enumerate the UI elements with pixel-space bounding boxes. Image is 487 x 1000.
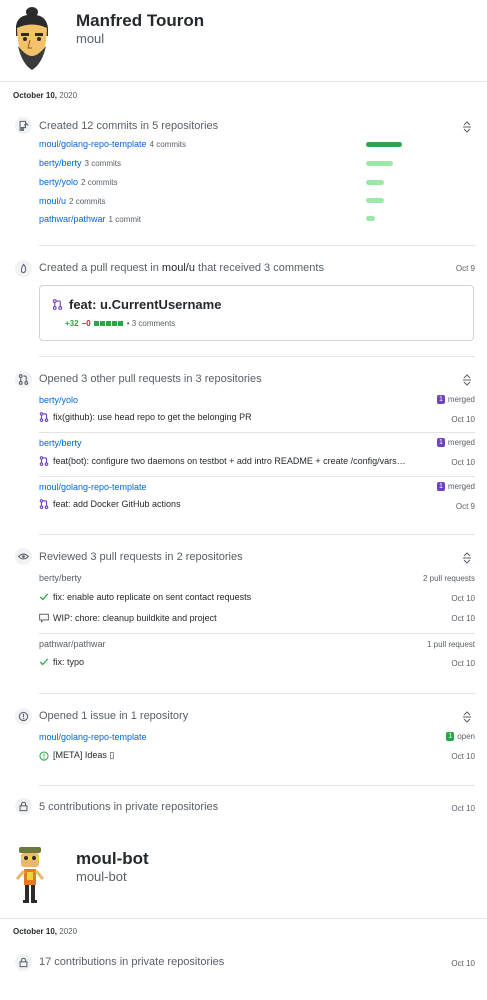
divider — [39, 534, 475, 535]
pull-request-title[interactable]: feat: u.CurrentUsername — [52, 297, 221, 312]
merged-badge: 1 merged — [436, 395, 475, 404]
avatar[interactable] — [8, 6, 54, 72]
commit-count: 2 commits — [69, 197, 106, 206]
check-icon — [39, 593, 49, 601]
divider — [0, 918, 487, 919]
commit-count: 3 commits — [84, 159, 121, 168]
commit-repo-row[interactable]: berty/yolo 2 commits — [39, 177, 117, 187]
created-pr-summary: Created a pull request in moul/u that re… — [39, 262, 324, 274]
commit-repo-row[interactable]: moul/golang-repo-template 4 commits — [39, 139, 186, 149]
divider — [39, 633, 475, 634]
pr-date: Oct 10 — [451, 458, 475, 467]
unfold-icon[interactable] — [462, 710, 472, 723]
private-contributions: 17 contributions in private repositories — [39, 956, 225, 968]
repo-push-icon — [15, 117, 32, 134]
merged-badge: 1 merged — [436, 482, 475, 491]
profile-login: moul — [76, 31, 105, 46]
pr-item[interactable]: fix(github): use head repo to get the be… — [39, 412, 252, 422]
comment-icon — [39, 613, 49, 623]
unfold-icon[interactable] — [462, 551, 472, 564]
divider — [39, 693, 475, 694]
issue-icon — [15, 708, 32, 725]
pull-request-icon — [39, 456, 49, 466]
divider — [39, 245, 475, 246]
pull-request-diffstat: +32 −0 • 3 comments — [65, 319, 176, 328]
divider — [0, 81, 487, 82]
divider — [39, 785, 475, 786]
divider — [39, 476, 475, 477]
commit-count: 1 commit — [108, 215, 141, 224]
check-icon — [39, 658, 49, 666]
private-date: Oct 10 — [451, 959, 475, 968]
git-pull-request-icon — [15, 371, 32, 388]
review-date: Oct 10 — [451, 659, 475, 668]
reviewed-summary: Reviewed 3 pull requests in 2 repositori… — [39, 551, 243, 563]
review-repo[interactable]: pathwar/pathwar — [39, 639, 106, 649]
review-date: Oct 10 — [451, 594, 475, 603]
unfold-icon[interactable] — [462, 373, 472, 386]
divider — [39, 432, 475, 433]
review-item[interactable]: fix: enable auto replicate on sent conta… — [39, 592, 251, 602]
avatar[interactable] — [11, 845, 49, 907]
private-date: Oct 10 — [451, 804, 475, 813]
issue-opened-icon — [39, 750, 49, 761]
review-count: 1 pull request — [426, 640, 475, 649]
commit-repo-row[interactable]: pathwar/pathwar 1 commit — [39, 214, 141, 224]
profile-login: moul-bot — [76, 869, 127, 884]
commit-share-bar — [366, 198, 384, 203]
divider — [39, 356, 475, 357]
created-pr-date: Oct 9 — [455, 264, 475, 273]
diff-squares — [93, 319, 124, 328]
issue-repo-link[interactable]: moul/golang-repo-template — [39, 732, 147, 742]
lock-icon — [15, 954, 32, 971]
pull-request-card: feat: u.CurrentUsername +32 −0 • 3 comme… — [39, 285, 474, 341]
pr-date: Oct 9 — [455, 502, 475, 511]
flame-icon — [15, 260, 32, 277]
commit-share-bar — [366, 216, 375, 221]
pr-item[interactable]: feat(bot): configure two daemons on test… — [39, 456, 406, 466]
commits-summary: Created 12 commits in 5 repositories — [39, 120, 219, 132]
pr-date: Oct 10 — [451, 415, 475, 424]
pr-repo-link[interactable]: moul/golang-repo-template — [39, 482, 147, 492]
commit-share-bar — [366, 142, 402, 147]
review-item[interactable]: fix: typo — [39, 657, 84, 667]
eye-icon — [15, 548, 32, 565]
commit-share-bar — [366, 161, 393, 166]
pull-request-icon — [39, 412, 49, 422]
merged-badge: 1 merged — [436, 438, 475, 447]
open-badge: 1 open — [446, 732, 475, 741]
review-item[interactable]: WIP: chore: cleanup buildkite and projec… — [39, 613, 217, 623]
private-contributions: 5 contributions in private repositories — [39, 801, 219, 813]
profile-name[interactable]: moul-bot — [76, 849, 149, 869]
issues-summary: Opened 1 issue in 1 repository — [39, 710, 189, 722]
profile-name[interactable]: Manfred Touron — [76, 11, 204, 31]
review-count: 2 pull requests — [422, 574, 475, 583]
pull-request-icon — [52, 299, 63, 310]
pull-request-icon — [39, 499, 49, 509]
commit-repo-row[interactable]: berty/berty 3 commits — [39, 158, 121, 168]
opened-prs-summary: Opened 3 other pull requests in 3 reposi… — [39, 373, 262, 385]
pr-repo-link[interactable]: berty/berty — [39, 438, 82, 448]
unfold-icon[interactable] — [462, 120, 472, 133]
issue-item[interactable]: [META] Ideas ▯ — [39, 750, 114, 761]
timeline-date: October 10, 2020 — [13, 927, 78, 936]
review-repo[interactable]: berty/berty — [39, 573, 82, 583]
commit-count: 4 commits — [149, 140, 187, 149]
review-date: Oct 10 — [451, 614, 475, 623]
timeline-date: October 10, 2020 — [13, 91, 78, 100]
commit-share-bar — [366, 180, 384, 185]
commit-count: 2 commits — [81, 178, 118, 187]
lock-icon — [15, 798, 32, 815]
issue-date: Oct 10 — [451, 752, 475, 761]
created-pr-repo-link[interactable]: moul/u — [162, 262, 195, 274]
pr-item[interactable]: feat: add Docker GitHub actions — [39, 499, 181, 509]
commit-repo-row[interactable]: moul/u 2 commits — [39, 196, 105, 206]
pr-repo-link[interactable]: berty/yolo — [39, 395, 78, 405]
